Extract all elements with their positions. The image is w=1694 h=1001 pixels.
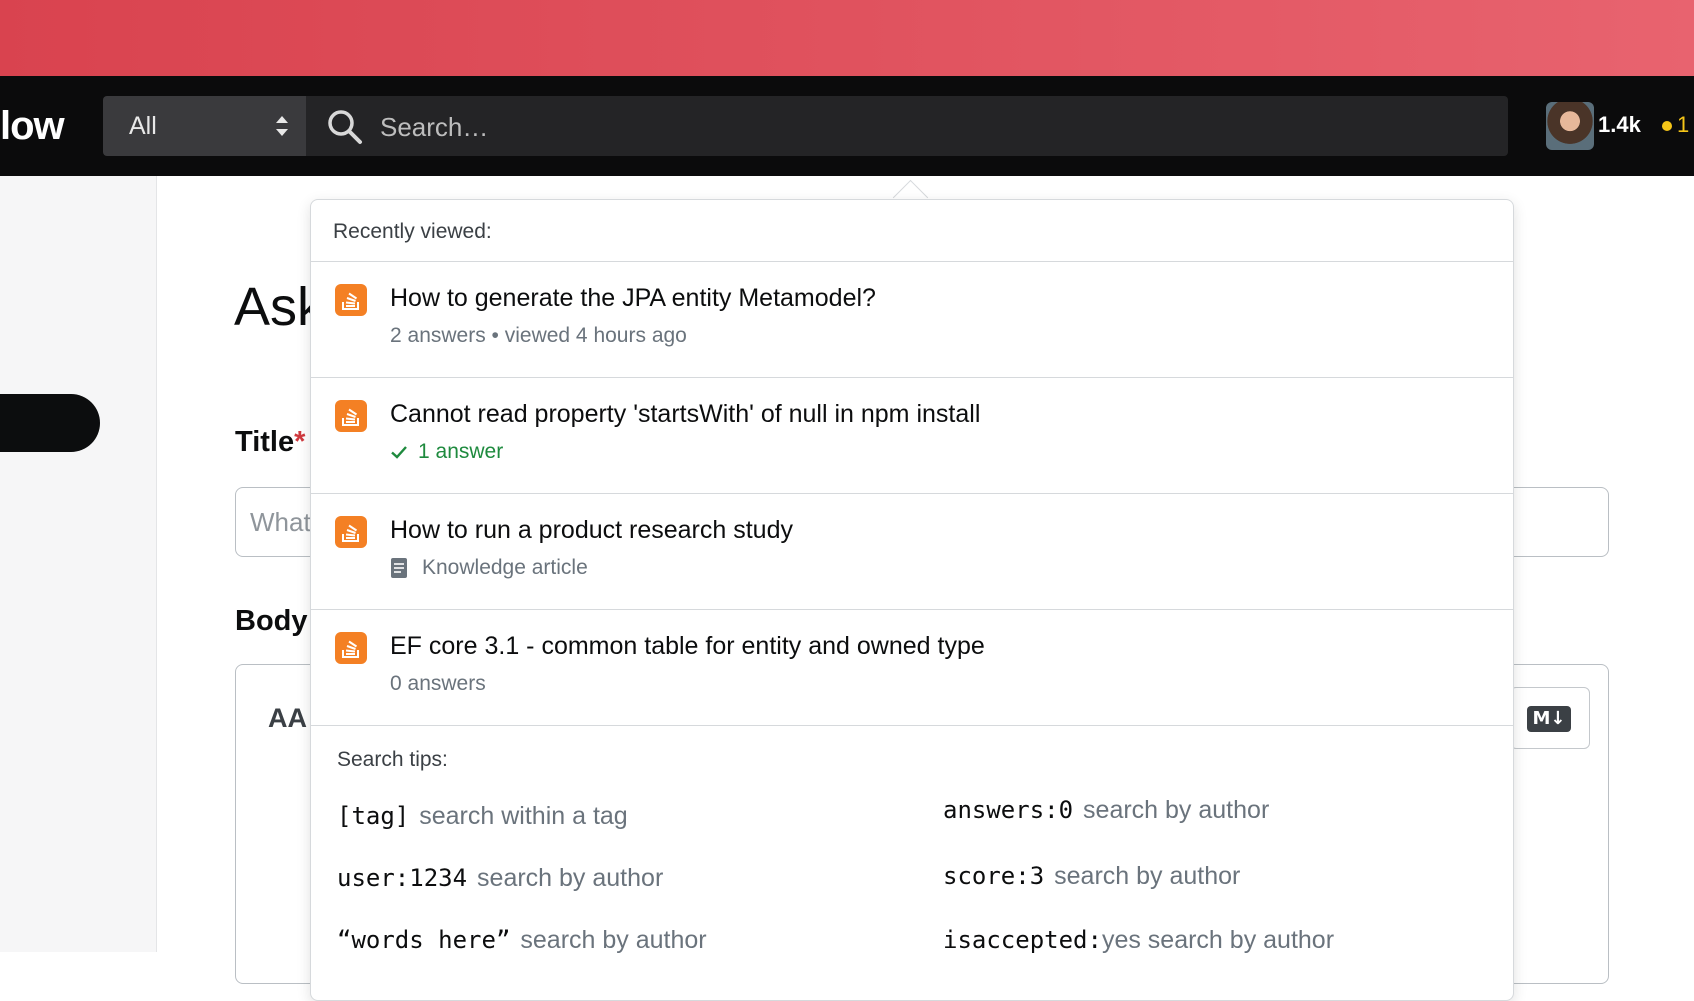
result-meta: 1 answer <box>390 440 503 464</box>
result-title[interactable]: Cannot read property 'startsWith' of nul… <box>390 400 980 429</box>
markdown-icon: M↓ <box>1527 706 1571 732</box>
result-meta: 0 answers <box>390 672 486 696</box>
tip-syntax: [tag] <box>337 802 410 830</box>
result-meta: 2 answers • viewed 4 hours ago <box>390 324 687 348</box>
user-reputation: 1.4k <box>1598 112 1641 137</box>
search-suggestions-dropdown: Recently viewed: How to generate the JPA… <box>310 199 1514 1001</box>
search-tip: answers:0 search by author <box>943 796 1269 825</box>
search-tips-header: Search tips: <box>337 748 448 771</box>
search-tip: “words here” search by author <box>337 926 707 955</box>
result-meta: Knowledge article <box>390 556 588 580</box>
body-label: Body <box>235 605 308 637</box>
select-arrows-icon <box>276 116 288 136</box>
top-accent-strip <box>0 0 1694 76</box>
stackoverflow-icon <box>335 284 367 316</box>
search-scope-select[interactable]: All <box>103 96 306 156</box>
user-avatar[interactable] <box>1546 102 1594 150</box>
result-meta-text: Knowledge article <box>422 556 588 579</box>
result-meta-text: 0 answers <box>390 672 486 695</box>
accepted-check-icon <box>391 446 407 459</box>
search-tip: [tag] search within a tag <box>337 802 628 831</box>
title-placeholder: What <box>250 507 311 537</box>
tip-syntax: score:3 <box>943 862 1045 890</box>
tip-syntax: answers:0 <box>943 796 1074 824</box>
article-icon <box>391 558 407 578</box>
tip-syntax: isaccepted: <box>943 926 1102 954</box>
tip-syntax: user:1234 <box>337 864 468 892</box>
site-logo[interactable]: low <box>0 104 65 148</box>
result-title[interactable]: How to generate the JPA entity Metamodel… <box>390 284 876 313</box>
markdown-toggle-button[interactable]: M↓ <box>1510 687 1590 749</box>
tip-description: search by author <box>477 864 664 892</box>
required-mark: * <box>294 426 306 458</box>
search-tip: score:3 search by author <box>943 862 1240 891</box>
gold-badge-icon <box>1662 121 1672 131</box>
gold-badge-count: 1 <box>1677 112 1690 137</box>
left-sidebar <box>0 176 157 952</box>
tip-syntax: “words here” <box>337 926 511 954</box>
search-scope-value: All <box>129 111 157 140</box>
stackoverflow-icon <box>335 632 367 664</box>
result-meta-text: 1 answer <box>418 440 504 463</box>
recent-result-item[interactable]: Cannot read property 'startsWith' of nul… <box>311 378 1513 494</box>
stackoverflow-icon <box>335 400 367 432</box>
tip-description: search by author <box>1054 862 1241 890</box>
text-size-icon[interactable]: AA <box>268 703 307 734</box>
sidebar-active-item[interactable] <box>0 394 100 452</box>
recently-viewed-header: Recently viewed: <box>311 200 1513 262</box>
title-label-text: Title <box>235 426 295 458</box>
recent-result-item[interactable]: How to run a product research study Know… <box>311 494 1513 610</box>
stackoverflow-icon <box>335 516 367 548</box>
result-title[interactable]: EF core 3.1 - common table for entity an… <box>390 632 985 661</box>
search-box[interactable] <box>306 96 1508 158</box>
tip-description: search within a tag <box>419 802 628 830</box>
tip-description: search by author <box>1083 796 1270 824</box>
tip-description: search by author <box>520 926 707 954</box>
top-navbar: low All 1.4k 1 <box>0 76 1694 176</box>
search-input[interactable] <box>378 96 1482 158</box>
search-icon <box>328 110 362 144</box>
tip-description: yes search by author <box>1101 926 1335 954</box>
search-tip: user:1234 search by author <box>337 864 663 893</box>
title-label: Title* <box>235 426 305 459</box>
search-tip: isaccepted:yes search by author <box>943 926 1334 955</box>
recent-result-item[interactable]: EF core 3.1 - common table for entity an… <box>311 610 1513 726</box>
result-title[interactable]: How to run a product research study <box>390 516 793 545</box>
result-meta-text: 2 answers • viewed 4 hours ago <box>390 324 687 347</box>
recent-result-item[interactable]: How to generate the JPA entity Metamodel… <box>311 262 1513 378</box>
